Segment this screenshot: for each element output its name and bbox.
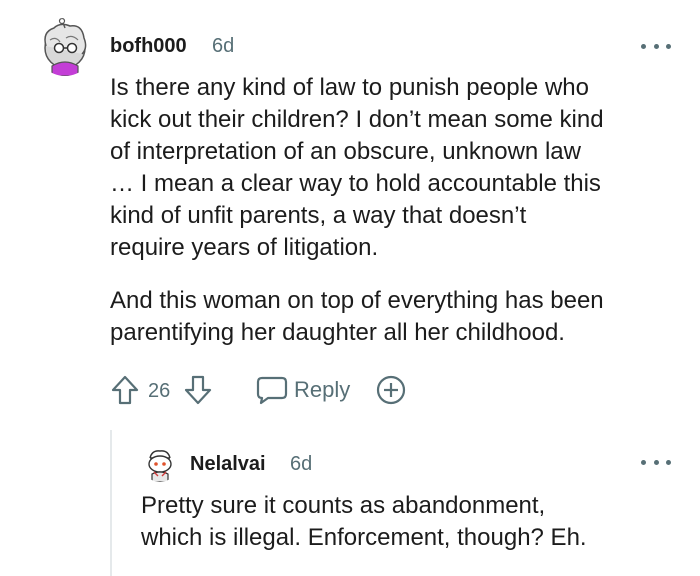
vote-score: 26	[148, 380, 171, 402]
reply-more-options-button[interactable]	[641, 452, 671, 472]
ellipsis-icon	[641, 459, 646, 465]
award-button[interactable]	[375, 374, 407, 406]
comment-age: 6d	[212, 35, 235, 57]
reply-author[interactable]: Nelalvai	[190, 453, 266, 476]
snoo-avatar-icon	[36, 18, 94, 76]
comment-paragraph-2: And this woman on top of everything has …	[110, 287, 604, 346]
arrow-down-icon	[184, 375, 212, 405]
plus-circle-icon	[376, 375, 406, 405]
reply-label: Reply	[294, 377, 351, 402]
comment-paragraph-1: Is there any kind of law to punish peopl…	[110, 74, 604, 261]
reply-text: Pretty sure it counts as abandonment, wh…	[141, 492, 587, 551]
comment-author[interactable]: bofh000	[110, 35, 187, 58]
downvote-button[interactable]	[183, 374, 213, 406]
more-options-button[interactable]	[641, 36, 671, 56]
avatar[interactable]	[36, 18, 94, 76]
reply-avatar[interactable]	[142, 446, 178, 482]
ellipsis-icon	[641, 43, 646, 49]
snoo-avatar-icon	[142, 446, 178, 482]
arrow-up-icon	[111, 375, 139, 405]
reply-age: 6d	[290, 453, 313, 475]
thread-line[interactable]	[110, 430, 112, 576]
speech-bubble-icon	[256, 376, 288, 405]
upvote-button[interactable]	[110, 374, 140, 406]
reply-button[interactable]: Reply	[256, 374, 350, 406]
